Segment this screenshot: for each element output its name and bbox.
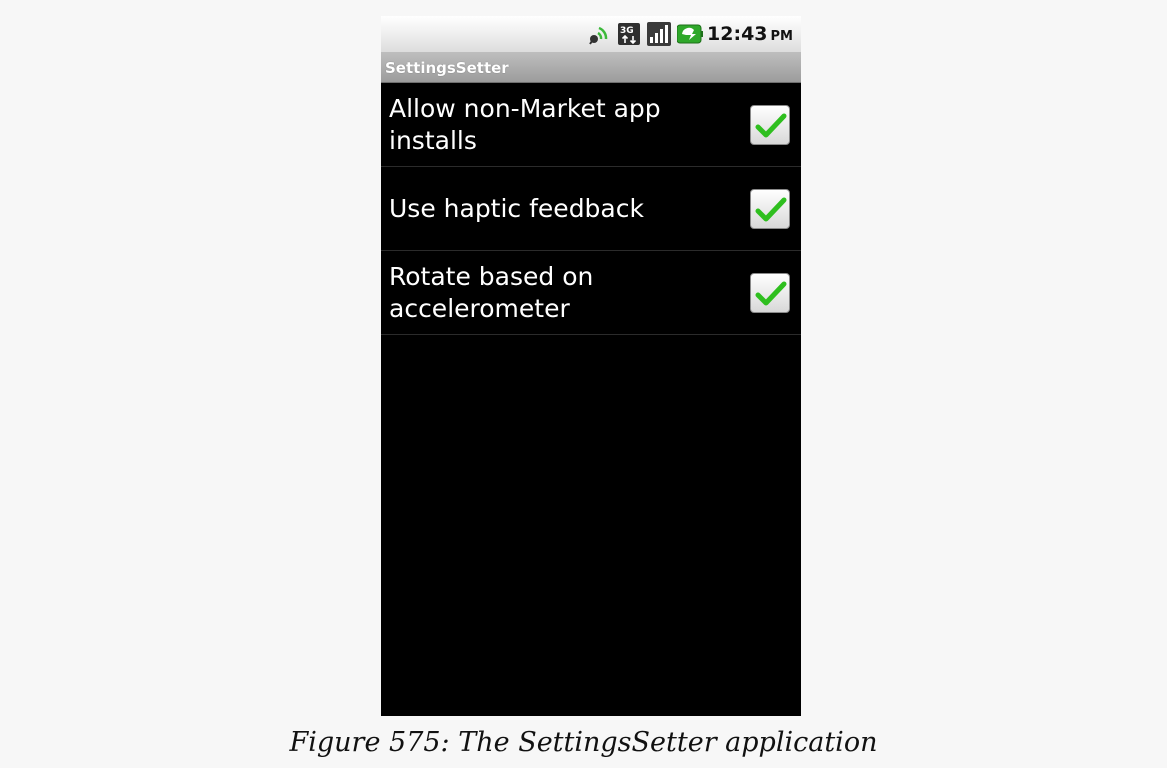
preference-item-haptic-feedback[interactable]: Use haptic feedback [381,167,801,251]
haptic-feedback-checkbox[interactable] [750,188,790,229]
accelerometer-rotation-checkbox[interactable] [750,272,790,313]
preference-item-non-market-installs[interactable]: Allow non-Market app installs [381,83,801,167]
app-title-bar: SettingsSetter [381,53,801,83]
preference-label: Allow non-Market app installs [389,93,661,155]
checkmark-icon [755,281,787,305]
figure-caption: Figure 575: The SettingsSetter applicati… [289,727,878,758]
3g-data-icon: 3G [617,22,641,46]
preference-label: Use haptic feedback [389,193,644,223]
cell-signal-icon [647,22,672,46]
non-market-installs-checkbox[interactable] [750,104,790,145]
preference-label: Rotate based on accelerometer [389,261,594,323]
clock-ampm: PM [770,29,793,44]
checkmark-icon [755,113,787,137]
checkmark-icon [755,197,787,221]
phone-screen: 3G 12:43 PM SettingsSetter Allow non-Mar… [381,16,801,716]
status-bar: 3G 12:43 PM [381,16,801,53]
figure-page: 3G 12:43 PM SettingsSetter Allow non-Mar… [0,0,1167,768]
status-clock: 12:43 PM [707,23,793,45]
gps-signal-icon [587,22,611,46]
clock-time: 12:43 [707,23,768,45]
status-icons: 3G 12:43 PM [587,20,793,48]
preference-list: Allow non-Market app installs Use haptic… [381,83,801,335]
svg-text:3G: 3G [620,26,634,36]
app-title: SettingsSetter [385,59,509,77]
battery-charging-icon [676,22,704,46]
preference-item-accelerometer-rotation[interactable]: Rotate based on accelerometer [381,251,801,335]
